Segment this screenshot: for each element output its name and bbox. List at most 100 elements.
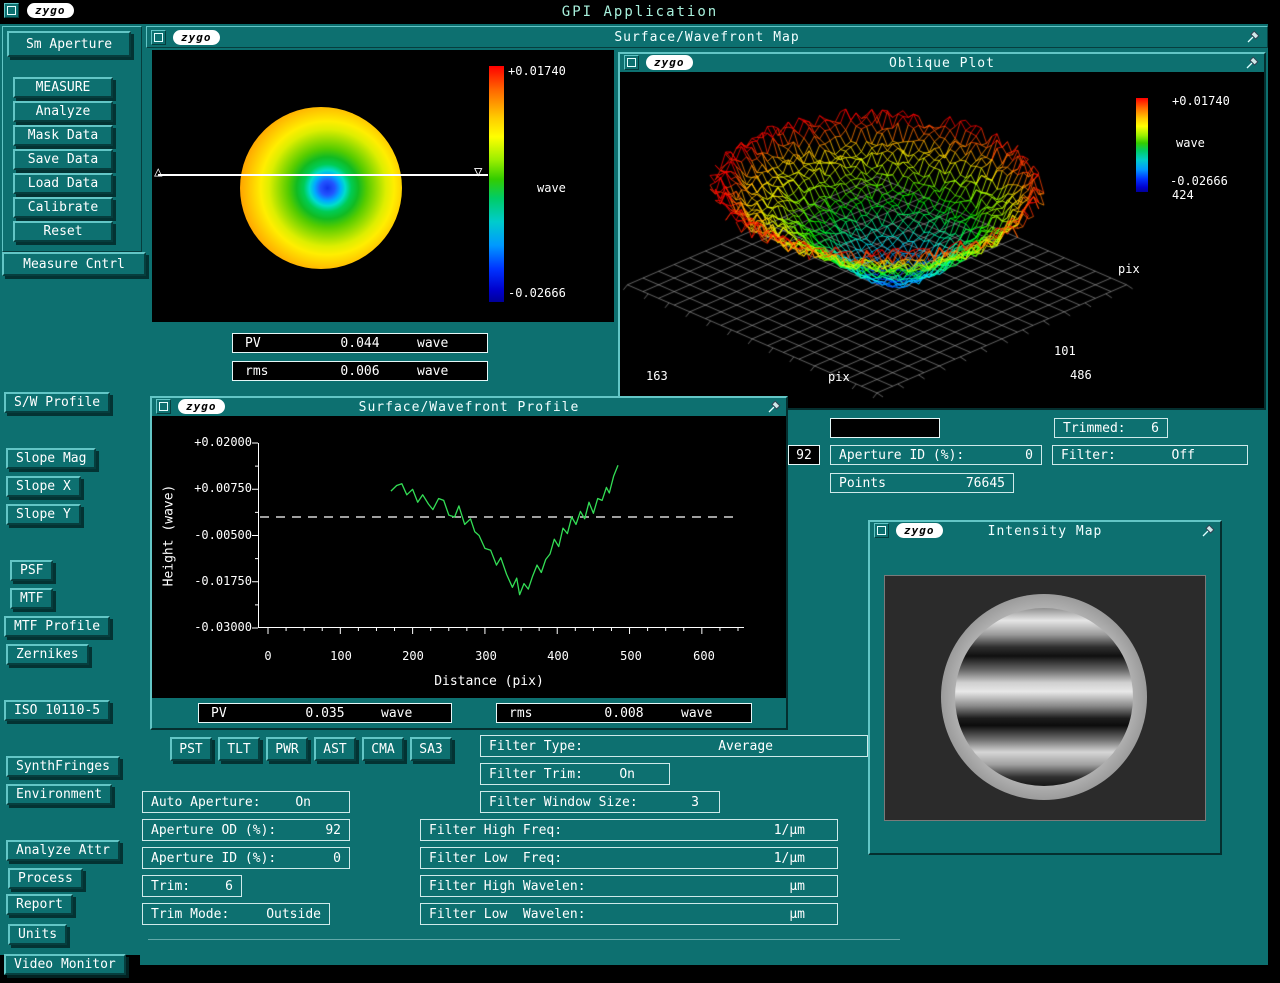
- profile-plot: [258, 443, 744, 628]
- xtick-label: 500: [609, 649, 653, 663]
- filter-low-wavelen-box[interactable]: Filter Low Wavelen: µm: [420, 903, 838, 925]
- calibrate-button[interactable]: Calibrate: [13, 197, 113, 218]
- sidebar-item-video-monitor[interactable]: Video Monitor: [4, 954, 126, 975]
- oblique-plot-window: zygo Oblique Plot 163 pix 486 101 pix +0…: [618, 52, 1266, 410]
- profile-pv-readout: PV 0.035 wave: [198, 703, 452, 723]
- sidebar-item-environment[interactable]: Environment: [6, 784, 112, 805]
- sidebar-item-analyze-attr[interactable]: Analyze Attr: [6, 840, 120, 861]
- ytick-label: +0.00750: [180, 481, 252, 495]
- map-aperture-id-box[interactable]: Aperture ID (%): 0: [830, 445, 1042, 465]
- profile-window: zygo Surface/Wavefront Profile Height (w…: [150, 396, 788, 730]
- oblique-window-title: Oblique Plot: [620, 56, 1264, 71]
- trim-mode-box[interactable]: Trim Mode: Outside: [142, 903, 330, 925]
- aperture-id-box[interactable]: Aperture ID (%): 0: [142, 847, 350, 869]
- oblique-colorbar-min: -0.02666: [1170, 174, 1228, 188]
- sm-aperture-window: Sm Aperture MEASURE Analyze Mask Data Sa…: [2, 26, 142, 252]
- aperture-od-partial-value[interactable]: 92: [788, 445, 820, 465]
- pin-icon[interactable]: [1201, 523, 1216, 542]
- intensity-map-panel: [884, 575, 1206, 821]
- remove-cma-button[interactable]: CMA: [362, 737, 404, 761]
- xtick-label: 0: [246, 649, 290, 663]
- sidebar-item-slope-mag[interactable]: Slope Mag: [6, 448, 96, 469]
- sidebar-item-mtf-profile[interactable]: MTF Profile: [4, 616, 110, 637]
- surface-map-image: [240, 107, 402, 269]
- profile-window-title: Surface/Wavefront Profile: [152, 400, 786, 415]
- sidebar-item-synthfringes[interactable]: SynthFringes: [6, 756, 120, 777]
- trimmed-box[interactable]: Trimmed: 6: [1054, 418, 1168, 438]
- xtick-label: 300: [464, 649, 508, 663]
- sidebar-item-iso-10110-5[interactable]: ISO 10110-5: [4, 700, 110, 721]
- pin-icon[interactable]: [1246, 29, 1261, 48]
- oblique-y-unit: pix: [1118, 262, 1140, 276]
- measure-cntrl-title[interactable]: Measure Cntrl: [2, 252, 146, 276]
- oblique-plot-area: 163 pix 486 101 pix +0.01740 wave -0.026…: [620, 72, 1264, 408]
- remove-ast-button[interactable]: AST: [314, 737, 356, 761]
- remove-pwr-button[interactable]: PWR: [266, 737, 308, 761]
- cut-start-marker-icon[interactable]: △: [154, 164, 162, 180]
- top-title-bar: zygo GPI Application: [0, 0, 1280, 24]
- sidebar-item-report[interactable]: Report: [6, 894, 73, 915]
- aperture-od-box[interactable]: Aperture OD (%): 92: [142, 819, 350, 841]
- sidebar-item-psf[interactable]: PSF: [10, 560, 53, 581]
- filter-window-size-box[interactable]: Filter Window Size: 3: [480, 791, 720, 813]
- oblique-x-max: 486: [1070, 368, 1092, 382]
- sidebar-item-units[interactable]: Units: [8, 924, 67, 945]
- filter-low-freq-box[interactable]: Filter Low Freq: 1/µm: [420, 847, 838, 869]
- remove-pst-button[interactable]: PST: [170, 737, 212, 761]
- sm-aperture-title[interactable]: Sm Aperture: [7, 31, 131, 57]
- filter-high-freq-box[interactable]: Filter High Freq: 1/µm: [420, 819, 838, 841]
- intensity-window-titlebar[interactable]: zygo Intensity Map: [870, 522, 1220, 540]
- profile-cut-line[interactable]: [158, 174, 488, 176]
- map-colorbar: [489, 66, 504, 302]
- mask-data-button[interactable]: Mask Data: [13, 125, 113, 146]
- profile-plot-area: Height (wave) +0.02000 +0.00750 -0.00500…: [152, 416, 786, 698]
- xtick-label: 100: [319, 649, 363, 663]
- cut-end-marker-icon[interactable]: ▽: [474, 164, 482, 180]
- reset-button[interactable]: Reset: [13, 221, 113, 242]
- intensity-aperture-ring: [941, 594, 1147, 800]
- sidebar-item-sw-profile[interactable]: S/W Profile: [4, 392, 110, 413]
- map-colorbar-max: +0.01740: [508, 64, 566, 78]
- map-window-title: Surface/Wavefront Map: [147, 30, 1267, 45]
- map-colorbar-unit: wave: [537, 181, 566, 195]
- oblique-window-titlebar[interactable]: zygo Oblique Plot: [620, 54, 1264, 72]
- measure-button[interactable]: MEASURE: [13, 77, 113, 98]
- ytick-label: -0.00500: [180, 528, 252, 542]
- map-rms-readout: rms 0.006 wave: [232, 361, 488, 381]
- filter-trim-box[interactable]: Filter Trim: On: [480, 763, 670, 785]
- xtick-label: 200: [391, 649, 435, 663]
- sidebar-item-mtf[interactable]: MTF: [10, 588, 53, 609]
- remove-tlt-button[interactable]: TLT: [218, 737, 260, 761]
- filter-type-box[interactable]: Filter Type: Average: [480, 735, 868, 757]
- ytick-label: +0.02000: [180, 435, 252, 449]
- auto-aperture-box[interactable]: Auto Aperture: On: [142, 791, 350, 813]
- map-window-titlebar[interactable]: zygo Surface/Wavefront Map: [146, 26, 1268, 48]
- profile-ylabel: Height (wave): [156, 480, 182, 590]
- filter-status-box[interactable]: Filter: Off: [1052, 445, 1248, 465]
- sidebar-item-slope-x[interactable]: Slope X: [6, 476, 81, 497]
- surface-map-plot: △ ▽ +0.01740 wave -0.02666: [152, 50, 614, 322]
- intensity-fringes-image: [955, 608, 1133, 786]
- readout-empty: [830, 418, 940, 438]
- oblique-colorbar-max: +0.01740: [1172, 94, 1230, 108]
- intensity-window-title: Intensity Map: [870, 524, 1220, 539]
- sidebar-item-process[interactable]: Process: [8, 868, 83, 889]
- oblique-x-unit: pix: [828, 370, 850, 384]
- app-title: GPI Application: [0, 4, 1280, 20]
- save-data-button[interactable]: Save Data: [13, 149, 113, 170]
- analyze-button[interactable]: Analyze: [13, 101, 113, 122]
- points-box: Points 76645: [830, 473, 1014, 493]
- oblique-y-max: 101: [1054, 344, 1076, 358]
- oblique-plot-canvas: [622, 74, 1262, 408]
- remove-sa3-button[interactable]: SA3: [410, 737, 452, 761]
- load-data-button[interactable]: Load Data: [13, 173, 113, 194]
- oblique-x-min: 163: [646, 369, 668, 383]
- filter-high-wavelen-box[interactable]: Filter High Wavelen: µm: [420, 875, 838, 897]
- oblique-colorbar: [1136, 98, 1148, 192]
- profile-rms-readout: rms 0.008 wave: [496, 703, 752, 723]
- profile-window-titlebar[interactable]: zygo Surface/Wavefront Profile: [152, 398, 786, 416]
- sidebar-item-slope-y[interactable]: Slope Y: [6, 504, 81, 525]
- sidebar-item-zernikes[interactable]: Zernikes: [6, 644, 89, 665]
- trim-box[interactable]: Trim: 6: [142, 875, 242, 897]
- ytick-label: -0.01750: [180, 574, 252, 588]
